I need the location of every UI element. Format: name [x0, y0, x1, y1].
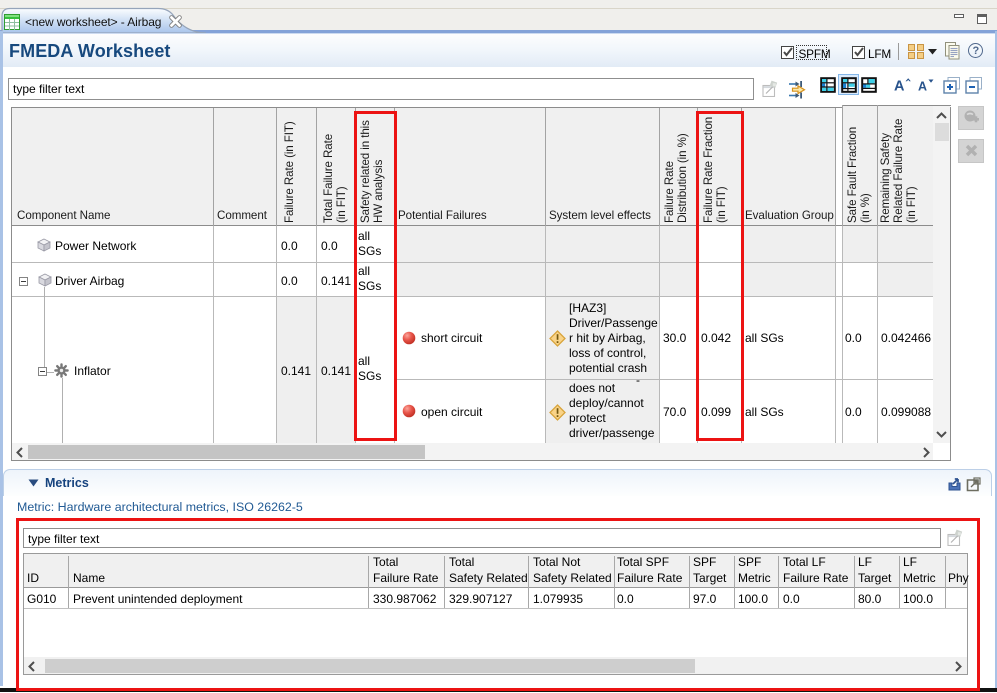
- svg-text:A: A: [918, 80, 927, 94]
- svg-text:A: A: [894, 79, 905, 94]
